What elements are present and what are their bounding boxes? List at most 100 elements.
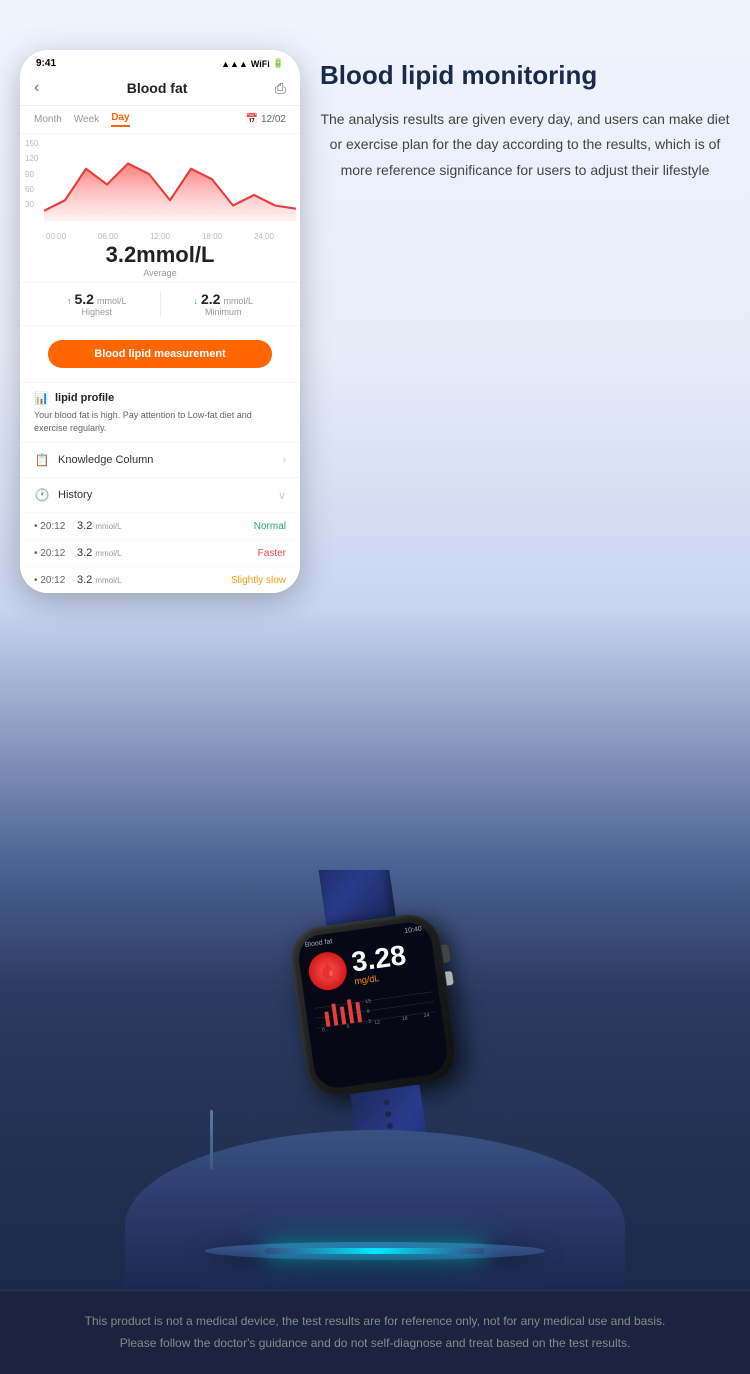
status-time: 9:41 (36, 58, 56, 69)
blood-fat-chart: 150 120 90 60 30 (20, 134, 300, 234)
watch-button-1 (441, 944, 450, 963)
chevron-right-icon: › (282, 454, 286, 466)
history-time-1: • 20:12 (34, 521, 69, 532)
watch-time: 10:40 (404, 926, 422, 935)
lipid-profile-section: 📊 lipid profile Your blood fat is high. … (20, 382, 300, 442)
history-icon: 🕐 (34, 488, 50, 502)
sub-stats: ↑ 5.2 mmol/L Highest ↓ 2.2 mmol/L Minimu… (20, 283, 300, 326)
chevron-down-icon: ∨ (278, 489, 286, 502)
lipid-header: 📊 lipid profile (34, 391, 286, 405)
pedestal-glow-line (265, 1248, 485, 1254)
watch-button-2 (445, 971, 454, 986)
minimum-label: Minimum (161, 307, 287, 317)
band-hole-1 (383, 1099, 390, 1106)
pedestal-dome (125, 1130, 625, 1290)
history-time-3: • 20:12 (34, 575, 69, 586)
battery-icon: 🔋 (273, 58, 284, 69)
chart-y-labels: 150 120 90 60 30 (25, 139, 38, 209)
history-status-2: Faster (258, 548, 286, 559)
history-row-2: • 20:12 3.2 mmol/L Faster (20, 539, 300, 566)
history-section: • 20:12 3.2 mmol/L Normal • 20:12 3.2 mm… (20, 512, 300, 593)
tab-date[interactable]: 📅 12/02 (246, 114, 286, 125)
down-arrow: ↓ (193, 296, 198, 306)
main-stat: 3.2mmol/L Average (20, 234, 300, 283)
blood-icon: 🩸 (306, 950, 349, 993)
date-value: 12/02 (261, 114, 286, 125)
y-90: 90 (25, 170, 38, 179)
history-status-1: Normal (254, 521, 286, 532)
knowledge-icon: 📋 (34, 453, 50, 467)
minimum-unit: mmol/L (224, 296, 254, 306)
top-section: 9:41 ▲▲▲ WiFi 🔋 ‹ Blood fat ⎙ Month Week… (0, 0, 750, 870)
history-value-3: 3.2 mmol/L (77, 574, 223, 586)
band-hole-3 (387, 1123, 394, 1130)
signal-icon: ▲▲▲ (221, 59, 248, 69)
highest-stat: ↑ 5.2 mmol/L Highest (34, 291, 160, 317)
minimum-stat: ↓ 2.2 mmol/L Minimum (161, 291, 287, 317)
disclaimer-section: This product is not a medical device, th… (0, 1290, 750, 1374)
share-button[interactable]: ⎙ (275, 80, 286, 97)
svg-text:24: 24 (424, 1012, 431, 1019)
chart-svg (44, 142, 296, 227)
history-value-1: 3.2 mmol/L (77, 520, 246, 532)
highest-unit: mmol/L (97, 296, 127, 306)
x-24: 24:00 (254, 232, 274, 241)
y-30: 30 (25, 200, 38, 209)
chart-x-labels: 00:00 06:00 12:00 18:00 24:00 (34, 232, 286, 241)
x-12: 12:00 (150, 232, 170, 241)
x-06: 06:00 (98, 232, 118, 241)
svg-text:0: 0 (322, 1027, 326, 1033)
highest-value: ↑ 5.2 mmol/L (34, 291, 160, 307)
history-row-3: • 20:12 3.2 mmol/L Slightly slow (20, 566, 300, 593)
status-icons: ▲▲▲ WiFi 🔋 (221, 58, 284, 69)
main-stat-label: Average (20, 268, 300, 278)
up-arrow: ↑ (67, 296, 72, 306)
lipid-description: Your blood fat is high. Pay attention to… (34, 409, 286, 434)
knowledge-column-item[interactable]: 📋 Knowledge Column › (20, 442, 300, 477)
calendar-icon: 📅 (246, 114, 258, 125)
tab-day[interactable]: Day (111, 112, 129, 127)
highest-label: Highest (34, 307, 160, 317)
lipid-icon: 📊 (34, 391, 49, 405)
history-time-2: • 20:12 (34, 548, 69, 559)
y-150: 150 (25, 139, 38, 148)
history-row-1: • 20:12 3.2 mmol/L Normal (20, 512, 300, 539)
svg-text:18: 18 (402, 1015, 409, 1022)
x-00: 00:00 (46, 232, 66, 241)
measure-button[interactable]: Blood lipid measurement (48, 340, 272, 368)
disclaimer-line-2: Please follow the doctor's guidance and … (30, 1333, 720, 1355)
knowledge-label: Knowledge Column (58, 454, 274, 466)
watch-case: Blood fat 10:40 🩸 3.28 mg/dL (287, 911, 459, 1100)
screen-title: Blood fat (127, 80, 188, 96)
band-hole-2 (385, 1111, 392, 1118)
svg-text:6: 6 (346, 1024, 350, 1030)
highest-number: 5.2 (75, 291, 94, 307)
x-18: 18:00 (202, 232, 222, 241)
watch-section: Blood fat 10:40 🩸 3.28 mg/dL (0, 870, 750, 1290)
back-button[interactable]: ‹ (34, 79, 39, 97)
lipid-title: lipid profile (55, 392, 114, 404)
y-60: 60 (25, 185, 38, 194)
wifi-icon: WiFi (251, 59, 270, 69)
minimum-value: ↓ 2.2 mmol/L (161, 291, 287, 307)
svg-text:9: 9 (366, 1009, 370, 1015)
history-value-2: 3.2 mmol/L (77, 547, 250, 559)
y-120: 120 (25, 154, 38, 163)
main-stat-value: 3.2mmol/L (20, 242, 300, 268)
disclaimer-line-1: This product is not a medical device, th… (30, 1311, 720, 1333)
history-item[interactable]: 🕐 History ∨ (20, 477, 300, 512)
feature-description: The analysis results are given every day… (320, 107, 730, 183)
pedestal (125, 1130, 625, 1290)
history-label: History (58, 489, 270, 501)
phone-header: ‹ Blood fat ⎙ (20, 73, 300, 106)
svg-text:12: 12 (374, 1019, 381, 1026)
right-content: Blood lipid monitoring The analysis resu… (320, 40, 730, 183)
svg-text:15: 15 (365, 998, 372, 1005)
status-bar: 9:41 ▲▲▲ WiFi 🔋 (20, 50, 300, 73)
history-status-3: Slightly slow (231, 575, 286, 586)
tab-week[interactable]: Week (74, 114, 99, 125)
watch-screen: Blood fat 10:40 🩸 3.28 mg/dL (296, 920, 450, 1091)
period-tabs: Month Week Day 📅 12/02 (20, 106, 300, 134)
tab-month[interactable]: Month (34, 114, 62, 125)
phone-mockup: 9:41 ▲▲▲ WiFi 🔋 ‹ Blood fat ⎙ Month Week… (20, 50, 300, 593)
